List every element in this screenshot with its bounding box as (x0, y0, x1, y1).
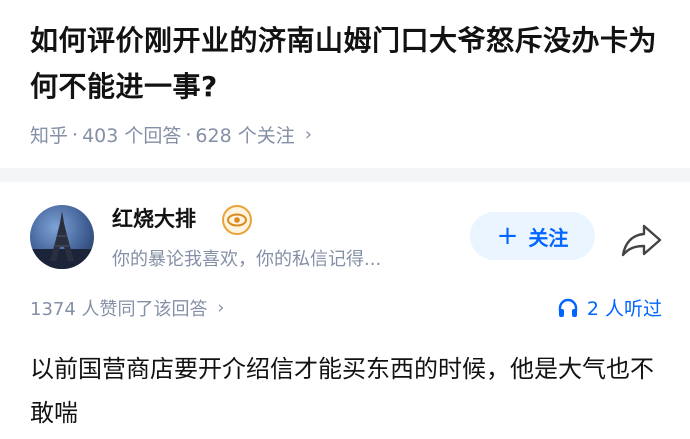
chevron-right-icon: › (304, 124, 312, 145)
follow-label: 关注 (528, 225, 569, 250)
author-bio: 你的暴论我喜欢，你的私信记得... (112, 249, 382, 270)
meta-separator: · (72, 123, 79, 146)
section-divider (0, 168, 690, 182)
question-title: 如何评价刚开业的济南山姆门口大爷怒斥没办卡为何不能进一事? (30, 24, 658, 103)
share-icon[interactable] (620, 222, 662, 258)
vote-count[interactable]: 1374 人赞同了该回答 › (30, 295, 224, 321)
listen-count-label: 2 人听过 (586, 298, 662, 320)
answer-content[interactable]: 以前国营商店要开介绍信才能买东西的时候，他是大气也不敢喘 (30, 347, 670, 435)
listen-count[interactable]: 2 人听过 (557, 294, 662, 321)
vote-count-label: 1374 人赞同了该回答 (30, 299, 208, 320)
follow-count: 628 个关注 (195, 125, 295, 147)
follow-button[interactable]: + 关注 (470, 212, 595, 260)
chevron-right-icon: › (217, 298, 225, 318)
question-meta[interactable]: 知乎 · 403 个回答 · 628 个关注 › (30, 121, 312, 148)
meta-separator: · (185, 123, 192, 146)
avatar[interactable] (30, 205, 94, 269)
source-label: 知乎 (30, 125, 69, 147)
answer-count: 403 个回答 (82, 125, 182, 147)
eye-badge-icon (222, 205, 252, 235)
plus-icon: + (496, 221, 519, 251)
author-name[interactable]: 红烧大排 (112, 203, 196, 233)
eiffel-tower-image (30, 211, 94, 269)
headphones-icon (558, 298, 578, 317)
